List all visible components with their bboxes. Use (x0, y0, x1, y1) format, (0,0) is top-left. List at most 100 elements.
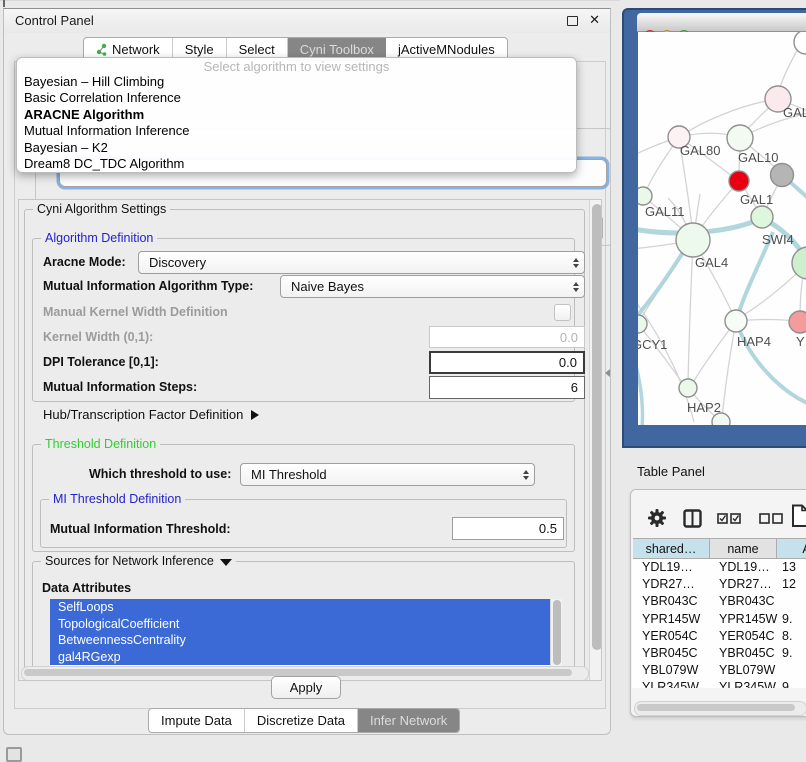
table-row-ylr345w[interactable]: YLR345WYLR345W9. (632, 679, 806, 688)
table-row-ybl079w[interactable]: YBL079WYBL079W (632, 662, 806, 679)
node-label-gal10: GAL10 (738, 150, 778, 165)
tab-discretize-data[interactable]: Discretize Data (245, 709, 358, 732)
table-row-ypr145w[interactable]: YPR145WYPR145W9. (632, 611, 806, 628)
node-gal1[interactable] (729, 171, 749, 191)
minimized-panel-icon[interactable] (6, 747, 22, 762)
network-window-titlebar[interactable] (637, 13, 806, 32)
deselect-all-icon[interactable] (759, 513, 783, 524)
node-unlabeled[interactable] (771, 164, 794, 187)
node-label-hap4: HAP4 (737, 334, 771, 349)
node-unlabeled[interactable] (794, 32, 806, 54)
show-columns-icon[interactable] (683, 509, 702, 528)
mi-type-combobox[interactable]: Naive Bayes (280, 275, 585, 298)
node-label-gal1: GAL1 (740, 192, 773, 207)
column-header-a[interactable]: A (777, 538, 806, 559)
network-canvas[interactable]: GALGAL80GAL10GAL1GAL11SWI4GAL4HAP4YGCY1H… (638, 32, 806, 425)
bottom-tabs: Impute Data Discretize Data Infer Network (148, 708, 460, 733)
node-gal4[interactable] (676, 223, 710, 257)
dpi-tolerance-label: DPI Tolerance [0,1]: (43, 355, 159, 369)
tab-impute-data[interactable]: Impute Data (149, 709, 245, 732)
algorithm-option-mutual-information-inference[interactable]: Mutual Information Inference (17, 123, 576, 139)
algorithm-option-list: Bayesian – Hill ClimbingBasic Correlatio… (17, 74, 576, 172)
node-gal10[interactable] (727, 125, 753, 151)
table-cell: YPR145W (642, 611, 700, 628)
attribute-item-betweennesscentrality[interactable]: BetweennessCentrality (50, 632, 561, 649)
mi-threshold-label: Mutual Information Threshold: (50, 522, 231, 536)
aracne-mode-value: Discovery (149, 255, 206, 270)
screen: Control Panel ✕ NetworkStyleSelectCyni T… (0, 0, 806, 762)
kernel-width-label: Kernel Width (0,1): (43, 330, 153, 344)
apply-button-label: Apply (290, 680, 323, 695)
table-cell: YPR145W (719, 611, 777, 628)
algorithm-option-dream8-dc-tdc-algorithm[interactable]: Dream8 DC_TDC Algorithm (17, 156, 576, 172)
node-hap2[interactable] (679, 379, 697, 397)
node-unlabeled[interactable] (792, 247, 806, 279)
kernel-width-field[interactable]: 0.0 (429, 326, 585, 348)
table-cell: YBR043C (719, 593, 775, 610)
tab-label: Impute Data (161, 713, 232, 728)
table-panel-title: Table Panel (637, 464, 705, 479)
node-label-gal: GAL (783, 105, 806, 120)
mi-type-value: Naive Bayes (291, 279, 364, 294)
column-header-name[interactable]: name (710, 538, 777, 559)
tab-label: Infer Network (370, 713, 447, 728)
hub-definition-label: Hub/Transcription Factor Definition (43, 407, 243, 422)
table-row-ybr043c[interactable]: YBR043CYBR043C (632, 593, 806, 610)
table-row-ybr045c[interactable]: YBR045CYBR045C9. (632, 645, 806, 662)
algorithm-option-basic-correlation-inference[interactable]: Basic Correlation Inference (17, 90, 576, 106)
node-swi4[interactable] (751, 206, 773, 228)
panel-collapse-arrow[interactable] (605, 369, 610, 377)
tab-label: jActiveMNodules (398, 42, 495, 57)
control-panel-title: Control Panel (15, 13, 94, 28)
which-threshold-label: Which threshold to use: (89, 467, 231, 481)
aracne-mode-label: Aracne Mode: (43, 255, 126, 269)
table-cell: 9. (782, 645, 792, 662)
aracne-mode-combobox[interactable]: Discovery (138, 251, 585, 274)
settings-vertical-scrollbar[interactable] (589, 200, 602, 680)
attribute-item-gal4rgexp[interactable]: gal4RGexp (50, 649, 561, 666)
algorithm-option-bayesian-k2[interactable]: Bayesian – K2 (17, 140, 576, 156)
threshold-definition-title: Threshold Definition (41, 437, 160, 451)
tab-label: Style (185, 42, 214, 57)
gear-icon[interactable] (647, 508, 667, 528)
table-cell: YER054C (719, 628, 775, 645)
node-gal11[interactable] (638, 187, 652, 205)
cyni-settings-scrollpane: Cyni Algorithm Settings Algorithm Defini… (18, 199, 602, 681)
mi-steps-value: 6 (571, 380, 578, 395)
column-header-shared[interactable]: shared… (633, 538, 710, 559)
node-hap4[interactable] (725, 310, 747, 332)
data-attributes-list[interactable]: SelfLoopsTopologicalCoefficientBetweenne… (50, 599, 561, 666)
node-gcy1[interactable] (638, 315, 647, 333)
table-row-ydr27[interactable]: YDR27…YDR27…12 (632, 576, 806, 593)
node-y[interactable] (789, 311, 806, 333)
algorithm-dropdown-placeholder: Select algorithm to view settings (17, 59, 576, 74)
table-horizontal-scrollbar[interactable] (634, 701, 806, 716)
control-panel-titlebar[interactable]: Control Panel ✕ (4, 9, 610, 33)
which-threshold-combobox[interactable]: MI Threshold (240, 463, 535, 486)
apply-button[interactable]: Apply (271, 676, 341, 699)
hub-definition-toggle[interactable]: Hub/Transcription Factor Definition (43, 407, 259, 422)
mi-threshold-field[interactable]: 0.5 (452, 517, 564, 540)
algorithm-option-bayesian-hill-climbing[interactable]: Bayesian – Hill Climbing (17, 74, 576, 90)
node-label-y: Y (796, 334, 805, 349)
kernel-width-value: 0.0 (560, 330, 578, 345)
table-cell: 12 (782, 576, 796, 593)
table-cell: YDR27… (719, 576, 772, 593)
export-table-icon[interactable] (791, 504, 806, 528)
attribute-item-topologicalcoefficient[interactable]: TopologicalCoefficient (50, 616, 561, 633)
sources-title[interactable]: Sources for Network Inference (41, 554, 236, 568)
table-row-ydl19[interactable]: YDL19…YDL19…13 (632, 559, 806, 576)
attribute-item-selfloops[interactable]: SelfLoops (50, 599, 561, 616)
tab-infer-network[interactable]: Infer Network (358, 709, 459, 732)
algorithm-option-aracne-algorithm[interactable]: ARACNE Algorithm (17, 107, 576, 123)
float-window-icon[interactable] (567, 16, 578, 26)
mi-steps-field[interactable]: 6 (429, 376, 585, 399)
table-body: YDL19…YDL19…13YDR27…YDR27…12YBR043CYBR04… (632, 559, 806, 688)
attributes-scrollbar[interactable] (550, 599, 562, 666)
table-cell: YBR045C (642, 645, 698, 662)
close-icon[interactable]: ✕ (589, 12, 600, 28)
table-row-yer054c[interactable]: YER054CYER054C8. (632, 628, 806, 645)
select-all-icon[interactable] (717, 513, 741, 524)
dpi-tolerance-field[interactable]: 0.0 (429, 351, 585, 374)
manual-kernel-checkbox[interactable] (554, 304, 571, 321)
